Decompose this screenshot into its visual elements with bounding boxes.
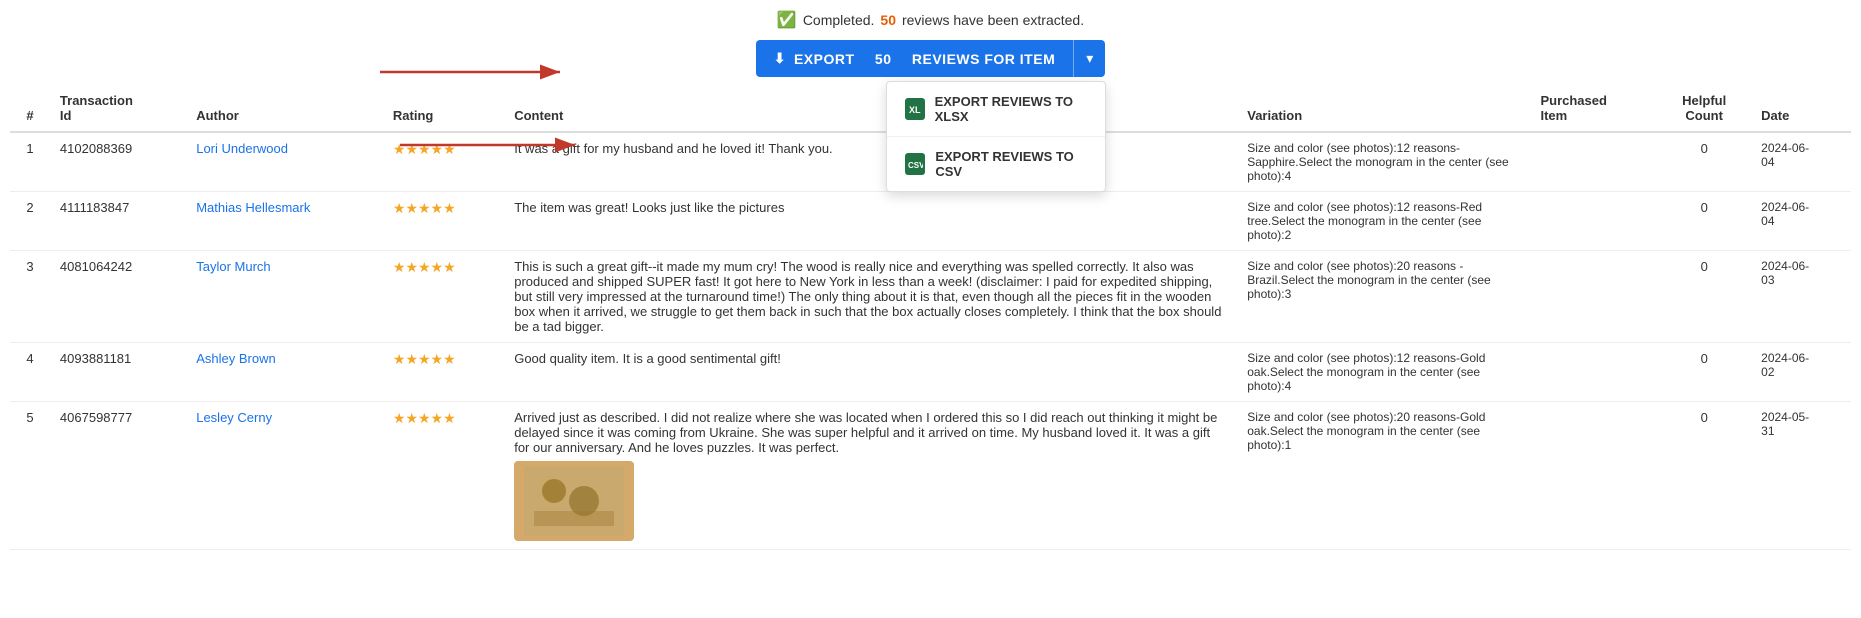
export-xlsx-label: EXPORT REVIEWS TO XLSX bbox=[935, 94, 1088, 124]
cell-rating: ★★★★★ bbox=[383, 343, 504, 402]
cell-num: 5 bbox=[10, 402, 50, 550]
col-header-date: Date bbox=[1751, 85, 1851, 132]
cell-content: It was a gift for my husband and he love… bbox=[504, 132, 1237, 192]
table-row: 5 4067598777 Lesley Cerny ★★★★★ Arrived … bbox=[10, 402, 1851, 550]
col-header-helpful-count: HelpfulCount bbox=[1657, 85, 1751, 132]
stars: ★★★★★ bbox=[393, 410, 456, 426]
cell-rating: ★★★★★ bbox=[383, 192, 504, 251]
col-header-author: Author bbox=[186, 85, 383, 132]
export-btn-container: ⬇ EXPORT 50 REVIEWS FOR ITEM ▾ XL EXPORT… bbox=[756, 40, 1106, 77]
cell-author: Mathias Hellesmark bbox=[186, 192, 383, 251]
stars: ★★★★★ bbox=[393, 259, 456, 275]
cell-purchased-item bbox=[1530, 192, 1657, 251]
export-btn-count: 50 bbox=[875, 51, 892, 67]
check-icon: ✅ bbox=[777, 10, 797, 30]
xlsx-icon: XL bbox=[905, 98, 924, 120]
export-label-prefix: EXPORT bbox=[794, 51, 855, 67]
stars: ★★★★★ bbox=[393, 141, 456, 157]
status-prefix: Completed. bbox=[803, 12, 875, 28]
cell-helpful-count: 0 bbox=[1657, 192, 1751, 251]
table-row: 2 4111183847 Mathias Hellesmark ★★★★★ Th… bbox=[10, 192, 1851, 251]
download-icon: ⬇ bbox=[774, 50, 786, 67]
export-dropdown-caret[interactable]: ▾ bbox=[1073, 40, 1105, 77]
col-header-transaction-id: TransactionId bbox=[50, 85, 186, 132]
cell-content: This is such a great gift--it made my mu… bbox=[504, 251, 1237, 343]
cell-date: 2024-06-04 bbox=[1751, 132, 1851, 192]
cell-date: 2024-06-03 bbox=[1751, 251, 1851, 343]
review-image bbox=[514, 461, 634, 541]
export-button[interactable]: ⬇ EXPORT 50 REVIEWS FOR ITEM bbox=[756, 40, 1074, 77]
cell-date: 2024-05-31 bbox=[1751, 402, 1851, 550]
cell-date: 2024-06-02 bbox=[1751, 343, 1851, 402]
cell-date: 2024-06-04 bbox=[1751, 192, 1851, 251]
cell-purchased-item bbox=[1530, 132, 1657, 192]
status-count: 50 bbox=[880, 12, 896, 28]
cell-author: Ashley Brown bbox=[186, 343, 383, 402]
col-header-num: # bbox=[10, 85, 50, 132]
svg-text:CSV: CSV bbox=[908, 161, 923, 170]
cell-author: Lori Underwood bbox=[186, 132, 383, 192]
cell-num: 1 bbox=[10, 132, 50, 192]
cell-num: 2 bbox=[10, 192, 50, 251]
table-row: 4 4093881181 Ashley Brown ★★★★★ Good qua… bbox=[10, 343, 1851, 402]
cell-author: Lesley Cerny bbox=[186, 402, 383, 550]
export-xlsx-item[interactable]: XL EXPORT REVIEWS TO XLSX bbox=[887, 82, 1105, 137]
cell-rating: ★★★★★ bbox=[383, 251, 504, 343]
export-label-suffix: REVIEWS FOR ITEM bbox=[912, 51, 1055, 67]
cell-variation: Size and color (see photos):12 reasons-R… bbox=[1237, 192, 1530, 251]
cell-variation: Size and color (see photos):12 reasons-G… bbox=[1237, 343, 1530, 402]
cell-transaction-id: 4081064242 bbox=[50, 251, 186, 343]
svg-text:XL: XL bbox=[909, 105, 921, 115]
cell-rating: ★★★★★ bbox=[383, 132, 504, 192]
cell-author: Taylor Murch bbox=[186, 251, 383, 343]
cell-transaction-id: 4093881181 bbox=[50, 343, 186, 402]
cell-variation: Size and color (see photos):20 reasons -… bbox=[1237, 251, 1530, 343]
status-suffix: reviews have been extracted. bbox=[902, 12, 1084, 28]
cell-transaction-id: 4067598777 bbox=[50, 402, 186, 550]
cell-variation: Size and color (see photos):12 reasons-S… bbox=[1237, 132, 1530, 192]
col-header-variation: Variation bbox=[1237, 85, 1530, 132]
cell-num: 4 bbox=[10, 343, 50, 402]
cell-content: Arrived just as described. I did not rea… bbox=[504, 402, 1237, 550]
cell-purchased-item bbox=[1530, 343, 1657, 402]
cell-rating: ★★★★★ bbox=[383, 402, 504, 550]
cell-helpful-count: 0 bbox=[1657, 251, 1751, 343]
export-csv-label: EXPORT REVIEWS TO CSV bbox=[935, 149, 1087, 179]
csv-icon: CSV bbox=[905, 153, 925, 175]
cell-purchased-item bbox=[1530, 251, 1657, 343]
stars: ★★★★★ bbox=[393, 200, 456, 216]
cell-helpful-count: 0 bbox=[1657, 132, 1751, 192]
export-csv-item[interactable]: CSV EXPORT REVIEWS TO CSV bbox=[887, 137, 1105, 191]
cell-transaction-id: 4102088369 bbox=[50, 132, 186, 192]
cell-content: The item was great! Looks just like the … bbox=[504, 192, 1237, 251]
export-dropdown-menu: XL EXPORT REVIEWS TO XLSX CSV EXPORT REV… bbox=[886, 81, 1106, 192]
col-header-content: Content bbox=[504, 85, 1237, 132]
status-message: ✅ Completed. 50 reviews have been extrac… bbox=[777, 10, 1084, 30]
stars: ★★★★★ bbox=[393, 351, 456, 367]
cell-helpful-count: 0 bbox=[1657, 343, 1751, 402]
cell-variation: Size and color (see photos):20 reasons-G… bbox=[1237, 402, 1530, 550]
col-header-purchased-item: PurchasedItem bbox=[1530, 85, 1657, 132]
cell-num: 3 bbox=[10, 251, 50, 343]
cell-transaction-id: 4111183847 bbox=[50, 192, 186, 251]
cell-helpful-count: 0 bbox=[1657, 402, 1751, 550]
col-header-rating: Rating bbox=[383, 85, 504, 132]
cell-purchased-item bbox=[1530, 402, 1657, 550]
table-row: 3 4081064242 Taylor Murch ★★★★★ This is … bbox=[10, 251, 1851, 343]
cell-content: Good quality item. It is a good sentimen… bbox=[504, 343, 1237, 402]
